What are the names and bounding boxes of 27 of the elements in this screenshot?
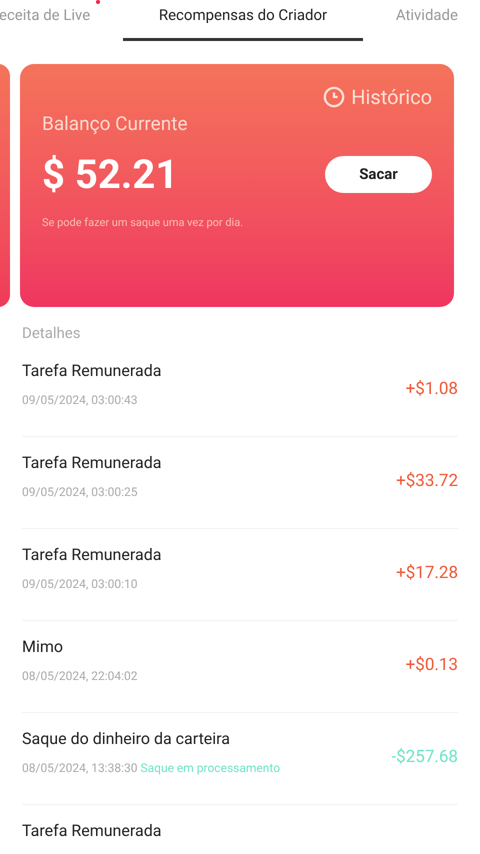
status-text: Saque em processamento [140, 760, 280, 777]
transaction-amount: +$0.13 [406, 654, 458, 678]
withdraw-note: Se pode fazer um saque uma vez por dia. [42, 214, 244, 230]
transaction-amount: +$33.72 [396, 470, 458, 494]
transaction-title: Tarefa Remunerada [22, 544, 162, 566]
transaction-title: Tarefa Remunerada [22, 820, 162, 842]
transaction-time: 09/05/2024, 03:00:25 [22, 484, 138, 501]
section-heading: Detalhes [22, 323, 82, 344]
balance-amount: $ 52.21 [42, 150, 178, 200]
transaction-time: 08/05/2024, 22:04:02 [22, 668, 138, 685]
transaction-amount: +$1.08 [406, 378, 458, 402]
transaction-title: Tarefa Remunerada [22, 452, 162, 474]
transaction-amount: -$257.68 [391, 746, 458, 770]
transaction-title: Mimo [22, 636, 64, 658]
tab[interactable]: Atividade [396, 0, 458, 26]
tab[interactable]: eceita de Live [0, 0, 90, 26]
withdraw-button[interactable]: Sacar [325, 156, 432, 193]
transaction-time: 09/05/2024, 03:00:43 [22, 392, 138, 409]
transaction-time: 09/05/2024, 03:00:10 [22, 576, 138, 593]
tab[interactable]: Recompensas do Criador [158, 0, 328, 26]
transaction-time: 08/05/2024, 13:38:30 [22, 760, 138, 777]
transaction-title: Tarefa Remunerada [22, 360, 162, 382]
transaction-title: Saque do dinheiro da carteira [22, 728, 231, 750]
transaction-amount: +$17.28 [396, 562, 458, 586]
clock-icon [323, 86, 346, 108]
history-link[interactable]: Histórico [323, 82, 432, 112]
balance-label: Balanço Currente [42, 111, 189, 137]
